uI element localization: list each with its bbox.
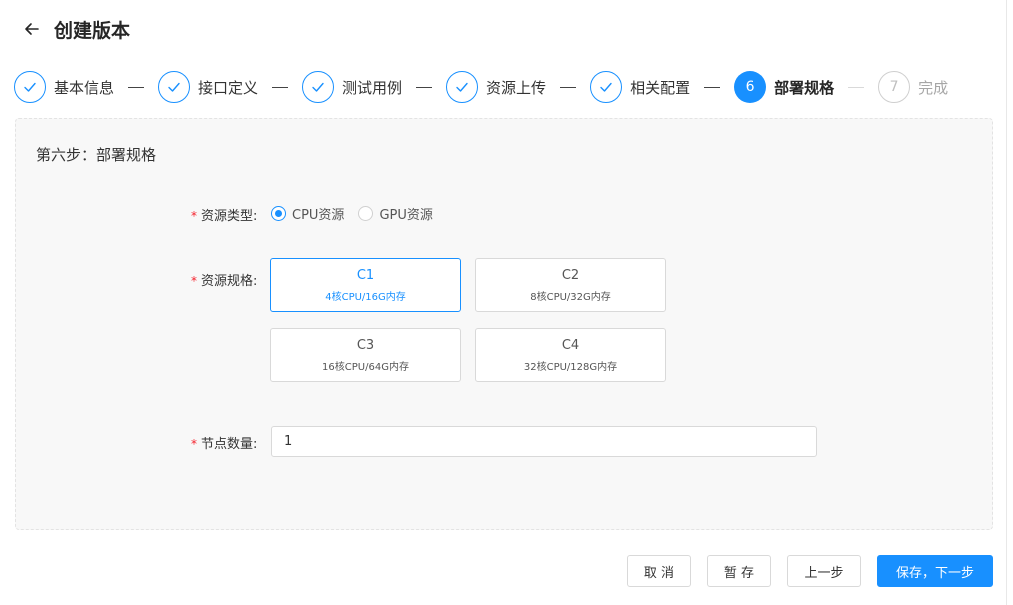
step-progress: 基本信息 接口定义 测试用例 资源上传 相关配置 6 部署规格 7 完成	[14, 70, 948, 104]
save-next-button[interactable]: 保存，下一步	[877, 555, 993, 587]
step-label: 测试用例	[342, 78, 403, 97]
step-deploy-spec[interactable]: 6 部署规格	[734, 71, 834, 103]
resource-type-label: * 资源类型:	[191, 209, 258, 224]
section-title: 第六步：部署规格	[36, 146, 157, 164]
prev-step-button[interactable]: 上一步	[787, 555, 861, 587]
spec-name: C3	[356, 338, 375, 353]
spec-desc: 8核CPU/32G内存	[530, 292, 611, 303]
spec-desc: 16核CPU/64G内存	[322, 362, 409, 373]
node-count-label: * 节点数量:	[191, 437, 258, 452]
step-finish[interactable]: 7 完成	[878, 71, 948, 103]
spec-card-c1[interactable]: C1 4核CPU/16G内存	[270, 258, 461, 312]
cancel-button[interactable]: 取 消	[627, 555, 691, 587]
check-icon	[456, 82, 468, 92]
step-interface-definition[interactable]: 接口定义	[158, 71, 258, 103]
form-panel: 第六步：部署规格 * 资源类型: CPU资源 GPU资源 * 资源规格: C1 4核…	[15, 118, 993, 530]
spec-desc: 4核CPU/16G内存	[325, 292, 406, 303]
spec-card-c4[interactable]: C4 32核CPU/128G内存	[475, 328, 666, 382]
page-title: 创建版本	[54, 19, 131, 42]
required-mark: *	[191, 274, 197, 288]
step-label: 完成	[918, 78, 949, 97]
check-icon	[312, 82, 324, 92]
step-related-config[interactable]: 相关配置	[590, 71, 690, 103]
step-connector	[128, 86, 145, 88]
step-connector	[560, 86, 577, 88]
check-icon	[24, 82, 36, 92]
arrow-left-icon	[25, 23, 39, 35]
save-draft-button[interactable]: 暂 存	[707, 555, 771, 587]
resource-spec-label: * 资源规格:	[191, 274, 258, 289]
step-connector	[704, 86, 721, 88]
spec-desc: 32核CPU/128G内存	[523, 362, 618, 373]
check-icon	[168, 82, 180, 92]
spec-name: C1	[356, 268, 375, 283]
step-label: 接口定义	[198, 78, 259, 97]
step-number: 7	[878, 71, 911, 103]
right-divider	[1006, 0, 1007, 605]
step-connector	[416, 86, 433, 88]
step-basic-info[interactable]: 基本信息	[14, 71, 114, 103]
required-mark: *	[191, 209, 197, 223]
step-label: 部署规格	[774, 78, 835, 97]
step-resource-upload[interactable]: 资源上传	[446, 71, 546, 103]
step-test-cases[interactable]: 测试用例	[302, 71, 402, 103]
spec-card-c3[interactable]: C3 16核CPU/64G内存	[270, 328, 461, 382]
step-connector	[848, 86, 865, 88]
resource-type-radio-group: CPU资源 GPU资源	[271, 204, 447, 223]
step-connector	[272, 86, 289, 88]
spec-card-c2[interactable]: C2 8核CPU/32G内存	[475, 258, 666, 312]
radio-cpu[interactable]: CPU资源	[271, 204, 344, 223]
radio-unchecked-icon	[358, 205, 374, 221]
spec-name: C2	[561, 268, 580, 283]
page-header: 创建版本	[20, 14, 130, 44]
check-icon	[600, 82, 612, 92]
step-label: 基本信息	[54, 78, 115, 97]
required-mark: *	[191, 437, 197, 451]
radio-gpu[interactable]: GPU资源	[358, 204, 433, 223]
node-count-input[interactable]	[271, 426, 817, 457]
step-label: 资源上传	[486, 78, 547, 97]
step-number: 6	[734, 71, 767, 103]
radio-label: GPU资源	[379, 207, 433, 223]
spec-name: C4	[561, 338, 580, 353]
radio-checked-icon	[271, 205, 286, 221]
back-button[interactable]	[20, 17, 44, 41]
radio-label: CPU资源	[292, 207, 345, 223]
step-label: 相关配置	[630, 78, 691, 97]
